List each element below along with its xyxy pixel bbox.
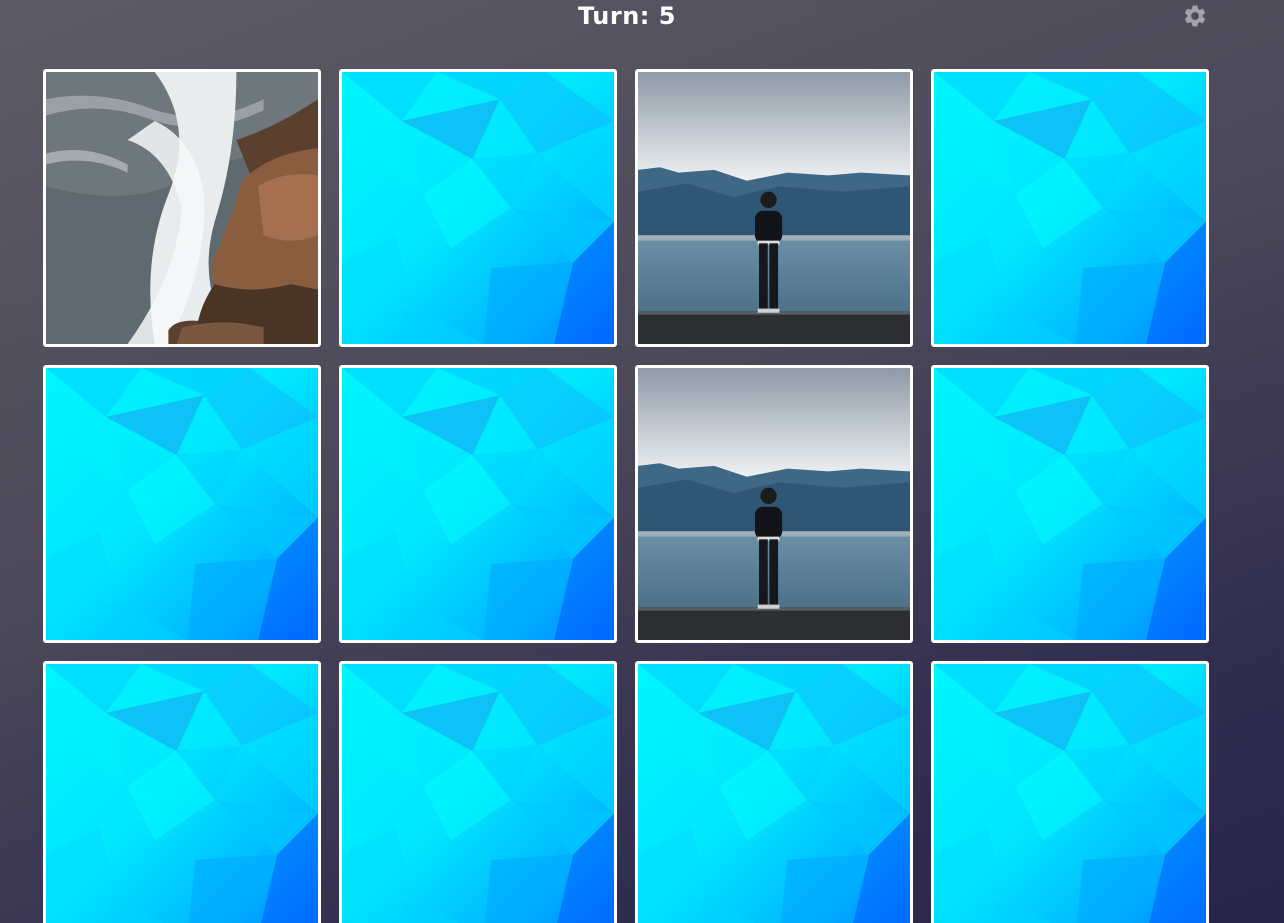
gear-icon xyxy=(1184,5,1206,27)
card-image xyxy=(638,368,910,640)
card-grid xyxy=(43,69,1213,923)
card-face-down[interactable] xyxy=(339,365,617,643)
card-image xyxy=(638,72,910,344)
card-face-down[interactable] xyxy=(339,661,617,923)
card-back-pattern xyxy=(342,72,614,344)
card-back-pattern xyxy=(46,368,318,640)
card-back-pattern xyxy=(934,664,1206,923)
card-back-pattern xyxy=(934,72,1206,344)
card-face-down[interactable] xyxy=(635,661,913,923)
card-face-up-man-by-lake-mountains[interactable] xyxy=(635,365,913,643)
settings-button[interactable] xyxy=(1182,3,1208,29)
card-face-down[interactable] xyxy=(339,69,617,347)
card-back-pattern xyxy=(46,664,318,923)
card-face-down[interactable] xyxy=(931,365,1209,643)
card-back-pattern xyxy=(638,664,910,923)
card-face-up-man-by-lake-mountains[interactable] xyxy=(635,69,913,347)
card-back-pattern xyxy=(342,368,614,640)
card-face-up-ocean-waves-rock[interactable] xyxy=(43,69,321,347)
card-face-down[interactable] xyxy=(43,365,321,643)
card-face-down[interactable] xyxy=(931,661,1209,923)
card-back-pattern xyxy=(934,368,1206,640)
card-image xyxy=(46,72,318,344)
card-face-down[interactable] xyxy=(931,69,1209,347)
card-back-pattern xyxy=(342,664,614,923)
card-face-down[interactable] xyxy=(43,661,321,923)
turn-counter: Turn: 5 xyxy=(578,2,676,30)
